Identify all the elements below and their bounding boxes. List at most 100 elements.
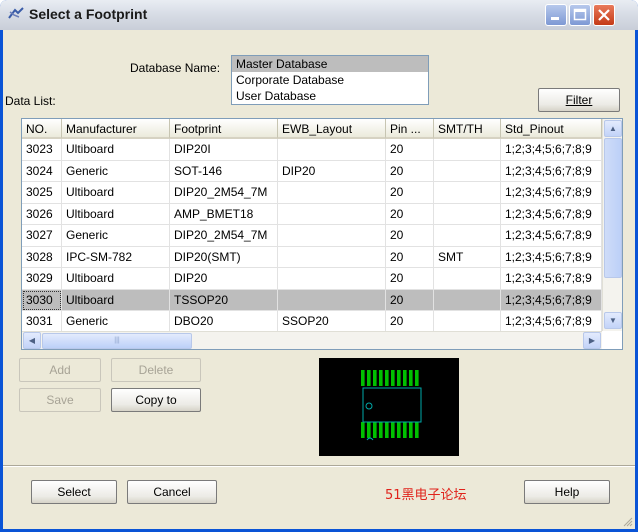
maximize-button[interactable]: [569, 4, 591, 26]
cell-manufacturer: Generic: [62, 225, 170, 247]
cell-footprint: DIP20_2M54_7M: [170, 182, 278, 204]
select-button-label: Select: [57, 485, 91, 499]
cell-ewb-layout: [278, 246, 386, 268]
column-header-footprint[interactable]: Footprint: [170, 119, 278, 139]
select-button[interactable]: Select: [31, 480, 117, 504]
footprint-pad: [397, 370, 401, 386]
table-row[interactable]: 3025 Ultiboard DIP20_2M54_7M 20 1;2;3;4;5;6;…: [22, 182, 602, 204]
cell-manufacturer: Ultiboard: [62, 182, 170, 204]
table-header: NO. Manufacturer Footprint EWB_Layout Pi…: [22, 119, 602, 139]
delete-button[interactable]: Delete: [111, 358, 201, 382]
save-button[interactable]: Save: [19, 388, 101, 412]
cell-footprint: SOT-146: [170, 160, 278, 182]
cell-no: 3025: [22, 182, 62, 204]
cell-std-pinout: 1;2;3;4;5;6;7;8;9: [501, 182, 602, 204]
database-option[interactable]: User Database: [232, 88, 428, 104]
cell-footprint: DIP20I: [170, 139, 278, 161]
cell-std-pinout: 1;2;3;4;5;6;7;8;9: [501, 139, 602, 161]
column-header-ewb-layout[interactable]: EWB_Layout: [278, 119, 386, 139]
cell-smt-th: [434, 160, 501, 182]
cell-pin: 20: [386, 203, 434, 225]
scroll-right-icon[interactable]: ▶: [583, 332, 601, 349]
copy-to-button-label: Copy to: [135, 393, 177, 407]
cell-pin: 20: [386, 139, 434, 161]
table-row[interactable]: 3024 Generic SOT-146 DIP20 20 1;2;3;4;5;6;7;8…: [22, 160, 602, 182]
cell-std-pinout: 1;2;3;4;5;6;7;8;9: [501, 225, 602, 247]
footprint-pad: [391, 370, 395, 386]
scroll-down-icon[interactable]: ▼: [604, 312, 622, 329]
add-button[interactable]: Add: [19, 358, 101, 382]
cancel-button-label: Cancel: [153, 485, 191, 499]
cell-pin: 20: [386, 268, 434, 290]
cell-pin: 20: [386, 160, 434, 182]
help-button[interactable]: Help: [524, 480, 610, 504]
cell-footprint: AMP_BMET18: [170, 203, 278, 225]
cell-smt-th: [434, 139, 501, 161]
table-row[interactable]: 3030 Ultiboard TSSOP20 20 1;2;3;4;5;6;7;8;9: [22, 289, 602, 311]
footprint-pad: [415, 370, 419, 386]
origin-marker: [366, 437, 374, 441]
footprint-pad: [385, 422, 389, 438]
table-row[interactable]: 3023 Ultiboard DIP20I 20 1;2;3;4;5;6;7;8;9: [22, 139, 602, 161]
copy-to-button[interactable]: Copy to: [111, 388, 201, 412]
cell-no: 3023: [22, 139, 62, 161]
horizontal-scroll-thumb[interactable]: |||: [42, 333, 192, 349]
resize-grip-icon[interactable]: [621, 515, 633, 527]
cell-manufacturer: Generic: [62, 160, 170, 182]
cancel-button[interactable]: Cancel: [127, 480, 217, 504]
cell-pin: 20: [386, 225, 434, 247]
vertical-scrollbar[interactable]: ▲ ▼: [602, 119, 622, 331]
cell-no: 3028: [22, 246, 62, 268]
table-row[interactable]: 3026 Ultiboard AMP_BMET18 20 1;2;3;4;5;6;7;8…: [22, 203, 602, 225]
cell-pin: 20: [386, 311, 434, 333]
table-row[interactable]: 3031 Generic DBO20 SSOP20 20 1;2;3;4;5;6;7;8;…: [22, 311, 602, 333]
bottom-pad-row: [361, 422, 419, 438]
footprint-pad: [379, 370, 383, 386]
footprint-pad: [373, 422, 377, 438]
column-header-std-pinout[interactable]: Std_Pinout: [501, 119, 602, 139]
close-window-button[interactable]: [593, 4, 615, 26]
minimize-button[interactable]: [545, 4, 567, 26]
close-icon: [598, 9, 610, 21]
column-header-smt-th[interactable]: SMT/TH: [434, 119, 501, 139]
filter-button[interactable]: Filter: [538, 88, 620, 112]
scroll-up-icon[interactable]: ▲: [604, 120, 622, 137]
footprint-pad: [367, 422, 371, 438]
cell-ewb-layout: [278, 203, 386, 225]
pin1-marker: [365, 402, 373, 410]
database-listbox[interactable]: Master Database Corporate Database User …: [231, 55, 429, 105]
database-option[interactable]: Corporate Database: [232, 72, 428, 88]
cell-std-pinout: 1;2;3;4;5;6;7;8;9: [501, 311, 602, 333]
footprint-pad: [397, 422, 401, 438]
horizontal-scrollbar[interactable]: ◀ ||| ▶: [22, 331, 602, 349]
column-header-no[interactable]: NO.: [22, 119, 62, 139]
data-list-label: Data List:: [5, 94, 56, 108]
cell-smt-th: [434, 289, 501, 311]
table-row[interactable]: 3028 IPC-SM-782 DIP20(SMT) 20 SMT 1;2;3;4;5;6…: [22, 246, 602, 268]
dialog-client: Database Name: Master Database Corporate…: [3, 30, 635, 529]
cell-no: 3031: [22, 311, 62, 333]
vertical-scroll-thumb[interactable]: [604, 138, 622, 278]
column-header-pin[interactable]: Pin ...: [386, 119, 434, 139]
footprint-pad: [361, 370, 365, 386]
cell-manufacturer: IPC-SM-782: [62, 246, 170, 268]
dialog-window: Select a Footprint Database Name: Master…: [0, 0, 638, 532]
add-button-label: Add: [49, 363, 71, 377]
table-body: 3023 Ultiboard DIP20I 20 1;2;3;4;5;6;7;8;9 30…: [22, 139, 602, 333]
cell-manufacturer: Ultiboard: [62, 139, 170, 161]
table-row[interactable]: 3029 Ultiboard DIP20 20 1;2;3;4;5;6;7;8;9: [22, 268, 602, 290]
footprint-pad: [403, 370, 407, 386]
minimize-icon: [551, 17, 559, 20]
cell-manufacturer: Generic: [62, 311, 170, 333]
footprint-app-icon: [8, 7, 24, 19]
cell-manufacturer: Ultiboard: [62, 289, 170, 311]
database-option[interactable]: Master Database: [232, 56, 428, 72]
footprint-table: NO. Manufacturer Footprint EWB_Layout Pi…: [21, 118, 623, 350]
cell-ewb-layout: [278, 289, 386, 311]
cell-smt-th: [434, 203, 501, 225]
table-row[interactable]: 3027 Generic DIP20_2M54_7M 20 1;2;3;4;5;6;7;…: [22, 225, 602, 247]
title-bar[interactable]: Select a Footprint: [0, 0, 638, 30]
column-header-manufacturer[interactable]: Manufacturer: [62, 119, 170, 139]
scroll-left-icon[interactable]: ◀: [23, 332, 41, 349]
cell-manufacturer: Ultiboard: [62, 268, 170, 290]
